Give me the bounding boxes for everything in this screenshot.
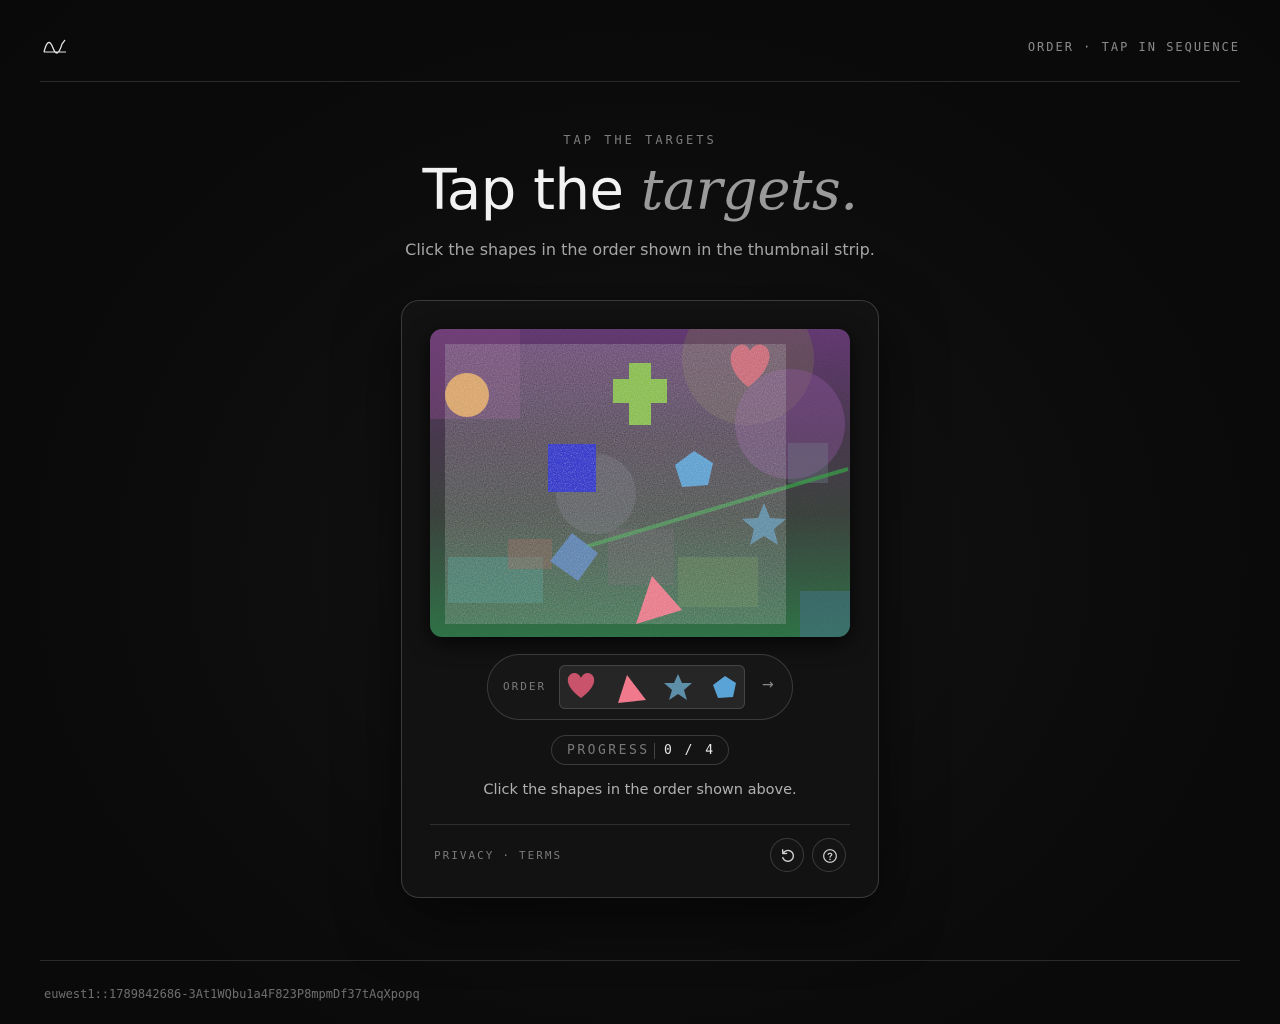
session-id: euwest1::1789842686-3At1WQbu1a4F823P8mpm… [44,987,420,1001]
hero-eyebrow: TAP THE TARGETS [563,133,717,147]
footer-divider [40,960,1240,961]
progress-label: PROGRESS [567,743,650,758]
challenge-instruction: Click the shapes in the order shown abov… [483,782,797,798]
order-panel: ORDER → [487,654,793,720]
order-arrow-icon: → [762,677,774,693]
page-title: Tap the targets. [0,158,1280,223]
page-subtitle: Click the shapes in the order shown in t… [405,240,875,259]
help-button[interactable] [812,838,846,872]
progress-indicator: PROGRESS 0 / 4 [551,735,729,765]
order-star-icon [664,674,692,700]
card-divider [430,824,850,825]
legal-links: PRIVACY · TERMS [434,849,562,862]
order-label: ORDER [503,680,547,693]
challenge-card: ORDER → PROGRESS 0 / 4 Click the shapes … [401,300,879,898]
terms-link[interactable]: TERMS [519,849,562,862]
challenge-canvas[interactable] [430,329,850,637]
order-triangle-icon [618,675,646,703]
privacy-link[interactable]: PRIVACY [434,849,494,862]
wave-logo-icon[interactable] [42,36,68,56]
header-mode-label: ORDER · TAP IN SEQUENCE [1027,40,1240,54]
order-heart-icon [567,672,595,698]
title-plain: Tap the [422,158,624,223]
legal-separator: · [502,849,511,862]
order-pentagon-icon [713,676,736,698]
order-thumbnail-strip [559,665,745,709]
help-icon [823,849,837,863]
reload-button[interactable] [770,838,804,872]
title-emphasis: targets. [640,158,858,223]
progress-separator [654,743,655,759]
site-header: ORDER · TAP IN SEQUENCE [40,0,1240,82]
progress-value: 0 / 4 [664,743,716,758]
reload-icon [781,849,794,862]
